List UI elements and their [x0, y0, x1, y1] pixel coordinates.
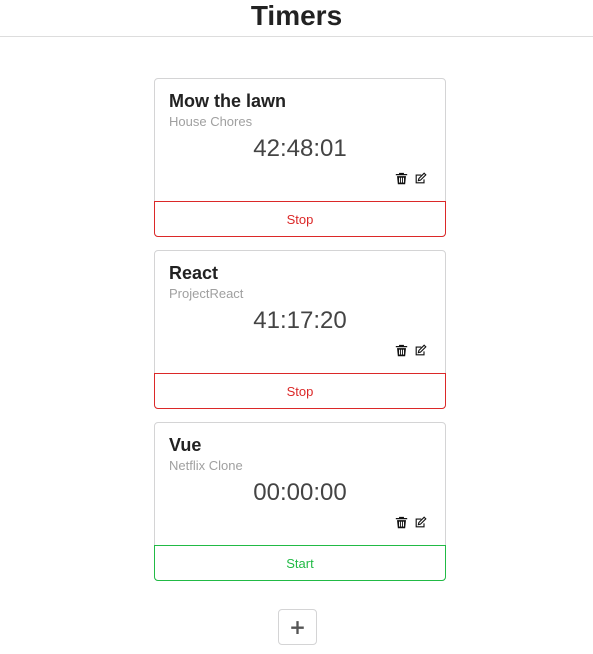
timer-elapsed: 41:17:20 — [253, 307, 347, 334]
edit-icon[interactable] — [413, 343, 427, 357]
trash-icon[interactable] — [394, 343, 408, 357]
timer-elapsed: 00:00:00 — [253, 479, 347, 506]
start-button[interactable]: Start — [154, 545, 446, 581]
trash-icon[interactable] — [394, 171, 408, 185]
timer-card-content: Vue Netflix Clone 00:00:00 — [155, 423, 445, 545]
timer-card-actions — [394, 171, 427, 185]
trash-icon[interactable] — [394, 515, 408, 529]
timer-title: Mow the lawn — [169, 91, 286, 111]
timer-card-actions — [394, 343, 427, 357]
add-timer-button[interactable]: + — [278, 609, 317, 645]
edit-icon[interactable] — [413, 515, 427, 529]
timer-card-actions — [394, 515, 427, 529]
timer-title: React — [169, 263, 219, 283]
stop-button[interactable]: Stop — [154, 201, 446, 237]
edit-icon[interactable] — [413, 171, 427, 185]
page-title: Timers — [250, 0, 343, 31]
timer-card: Mow the lawn House Chores 42:48:01 Stop — [154, 78, 446, 237]
timer-card: Vue Netflix Clone 00:00:00 Start — [154, 422, 446, 581]
timer-project: Netflix Clone — [169, 458, 243, 473]
timer-title: Vue — [169, 435, 202, 455]
page-header: Timers — [0, 0, 593, 37]
timer-elapsed: 42:48:01 — [253, 135, 347, 162]
timer-project: ProjectReact — [169, 286, 244, 301]
timer-list: Mow the lawn House Chores 42:48:01 Stop … — [154, 78, 446, 594]
stop-button[interactable]: Stop — [154, 373, 446, 409]
timer-card-content: React ProjectReact 41:17:20 — [155, 251, 445, 373]
timer-card: React ProjectReact 41:17:20 Stop — [154, 250, 446, 409]
timer-project: House Chores — [169, 114, 253, 129]
timer-card-content: Mow the lawn House Chores 42:48:01 — [155, 79, 445, 201]
